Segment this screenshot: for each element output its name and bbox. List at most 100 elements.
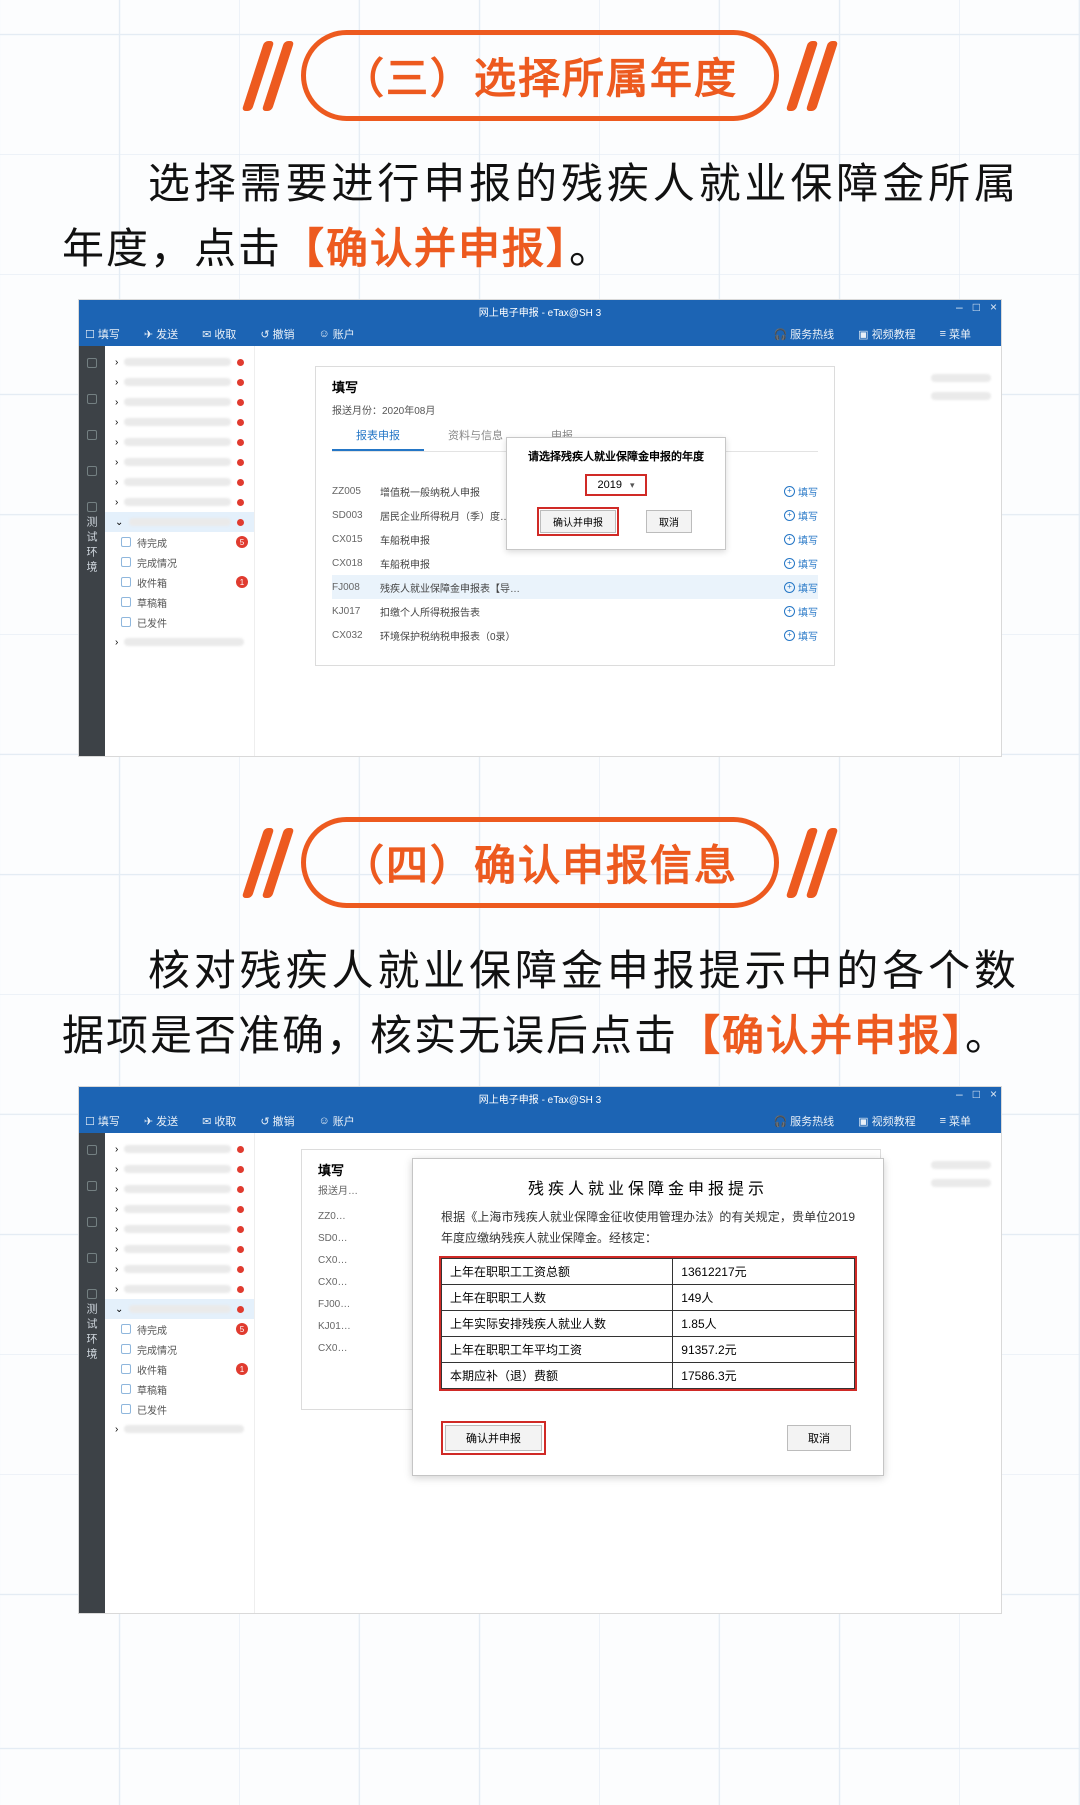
- tree-item[interactable]: ›: [105, 392, 254, 412]
- tree-item[interactable]: ›: [105, 412, 254, 432]
- row-action[interactable]: +填写: [784, 532, 818, 547]
- row-code: ZZ005: [332, 486, 380, 497]
- row-action[interactable]: +填写: [784, 580, 818, 595]
- sidebar-done[interactable]: 完成情况: [121, 1339, 254, 1359]
- rail-icon[interactable]: [87, 394, 97, 404]
- cancel-button[interactable]: 取消: [646, 510, 692, 533]
- left-icon-rail: 测试环境: [79, 346, 105, 756]
- confirm-declare-button[interactable]: 确认并申报: [540, 510, 616, 533]
- menu-fill[interactable]: ☐填写: [85, 326, 120, 342]
- minimize-icon[interactable]: –: [956, 1087, 963, 1101]
- minimize-icon[interactable]: –: [956, 300, 963, 314]
- maximize-icon[interactable]: □: [973, 300, 980, 314]
- confirm-declare-button[interactable]: 确认并申报: [445, 1425, 542, 1451]
- menu-help[interactable]: 🎧服务热线: [773, 326, 834, 342]
- tree-item[interactable]: ›: [105, 432, 254, 452]
- rail-icon[interactable]: [87, 1253, 97, 1263]
- section-3-highlight: 【确认并申报】: [282, 225, 569, 272]
- card-title: 填写: [332, 377, 818, 396]
- menu-recv[interactable]: ✉收取: [202, 1113, 236, 1129]
- tree-item[interactable]: ›: [105, 1259, 254, 1279]
- menu-undo[interactable]: ↺撤销: [260, 326, 294, 342]
- sidebar-sent[interactable]: 已发件: [121, 1399, 254, 1419]
- app-menubar: ☐填写 ✈发送 ✉收取 ↺撤销 ☺账户 🎧服务热线 ▣视频教程 ≡菜单: [79, 1109, 1001, 1133]
- menu-send[interactable]: ✈发送: [144, 1113, 178, 1129]
- year-dropdown[interactable]: 2019 ▾: [585, 474, 646, 496]
- tree-item[interactable]: ›: [105, 1159, 254, 1179]
- row-code: FJ008: [332, 582, 380, 593]
- table-row: 上年在职职工人数149人: [442, 1285, 855, 1311]
- row-action[interactable]: +填写: [784, 508, 818, 523]
- sidebar-inbox[interactable]: 收件箱1: [121, 1359, 254, 1379]
- table-cell-value: 13612217元: [673, 1259, 855, 1285]
- sidebar-inbox[interactable]: 收件箱1: [121, 572, 254, 592]
- row-code: CX032: [332, 630, 380, 641]
- section-4-heading: （四）确认申报信息: [0, 817, 1080, 908]
- rail-icon[interactable]: [87, 1181, 97, 1191]
- form-row[interactable]: CX018车船税申报+填写: [332, 551, 818, 575]
- menu-fill[interactable]: ☐填写: [85, 1113, 120, 1129]
- row-code: CX018: [332, 558, 380, 569]
- close-icon[interactable]: ×: [990, 300, 997, 314]
- menu-help[interactable]: 🎧服务热线: [773, 1113, 834, 1129]
- form-row[interactable]: CX032环境保护税纳税申报表（0录）+填写: [332, 623, 818, 647]
- table-cell-key: 本期应补（退）费额: [442, 1363, 673, 1389]
- tree-item[interactable]: ›: [105, 352, 254, 372]
- section-3-heading: （三）选择所属年度: [0, 30, 1080, 121]
- tree-item[interactable]: ›: [105, 1239, 254, 1259]
- menu-video[interactable]: ▣视频教程: [858, 326, 915, 342]
- form-row[interactable]: FJ008残疾人就业保障金申报表【导…+填写: [332, 575, 818, 599]
- table-row: 上年在职职工工资总额13612217元: [442, 1259, 855, 1285]
- row-action[interactable]: +填写: [784, 556, 818, 571]
- rail-icon[interactable]: [87, 358, 97, 368]
- menu-acct[interactable]: ☺账户: [319, 1113, 355, 1129]
- tree-item[interactable]: ›: [105, 1199, 254, 1219]
- tree-item[interactable]: ›: [105, 1179, 254, 1199]
- table-cell-value: 1.85人: [673, 1311, 855, 1337]
- rail-icon[interactable]: [87, 430, 97, 440]
- tree-item[interactable]: ›: [105, 472, 254, 492]
- sidebar-todo[interactable]: 待完成5: [121, 1319, 254, 1339]
- rail-icon[interactable]: [87, 502, 97, 512]
- sidebar-todo[interactable]: 待完成5: [121, 532, 254, 552]
- sidebar-draft[interactable]: 草稿箱: [121, 1379, 254, 1399]
- rail-icon[interactable]: [87, 1217, 97, 1227]
- rail-icon[interactable]: [87, 1289, 97, 1299]
- tree-item[interactable]: ›: [105, 452, 254, 472]
- form-row[interactable]: KJ017扣缴个人所得税报告表+填写: [332, 599, 818, 623]
- menu-recv[interactable]: ✉收取: [202, 326, 236, 342]
- section-3-text-post: 。: [569, 225, 613, 272]
- table-cell-value: 17586.3元: [673, 1363, 855, 1389]
- tree-item[interactable]: ›: [105, 1419, 254, 1439]
- tree-item[interactable]: ›: [105, 632, 254, 652]
- rail-icon[interactable]: [87, 466, 97, 476]
- menu-more[interactable]: ≡菜单: [940, 326, 971, 342]
- sidebar-done[interactable]: 完成情况: [121, 552, 254, 572]
- tree-item[interactable]: ›: [105, 1279, 254, 1299]
- menu-send[interactable]: ✈发送: [144, 326, 178, 342]
- row-action[interactable]: +填写: [784, 628, 818, 643]
- tree-item[interactable]: ›: [105, 492, 254, 512]
- tree-item[interactable]: ›: [105, 1219, 254, 1239]
- close-icon[interactable]: ×: [990, 1087, 997, 1101]
- row-action[interactable]: +填写: [784, 484, 818, 499]
- menu-undo[interactable]: ↺撤销: [260, 1113, 294, 1129]
- maximize-icon[interactable]: □: [973, 1087, 980, 1101]
- app-menubar: ☐填写 ✈发送 ✉收取 ↺撤销 ☺账户 🎧服务热线 ▣视频教程 ≡菜单: [79, 322, 1001, 346]
- menu-more[interactable]: ≡菜单: [940, 1113, 971, 1129]
- menu-video[interactable]: ▣视频教程: [858, 1113, 915, 1129]
- cancel-button[interactable]: 取消: [787, 1425, 851, 1451]
- menu-acct[interactable]: ☺账户: [319, 326, 355, 342]
- sidebar-sent[interactable]: 已发件: [121, 612, 254, 632]
- sidebar-draft[interactable]: 草稿箱: [121, 592, 254, 612]
- rail-env-label: 测试环境: [83, 516, 99, 576]
- tab-report[interactable]: 报表申报: [332, 423, 424, 451]
- table-cell-key: 上年在职职工人数: [442, 1285, 673, 1311]
- row-action[interactable]: +填写: [784, 604, 818, 619]
- tree-item[interactable]: ›: [105, 372, 254, 392]
- tree-item-selected[interactable]: ⌄: [105, 512, 254, 532]
- rail-icon[interactable]: [87, 1145, 97, 1155]
- canvas-area: 填写 报送月份：2020年08月 报表申报 资料与信息 申报 2020-8-1至…: [255, 346, 1001, 756]
- tree-item-selected[interactable]: ⌄: [105, 1299, 254, 1319]
- tree-item[interactable]: ›: [105, 1139, 254, 1159]
